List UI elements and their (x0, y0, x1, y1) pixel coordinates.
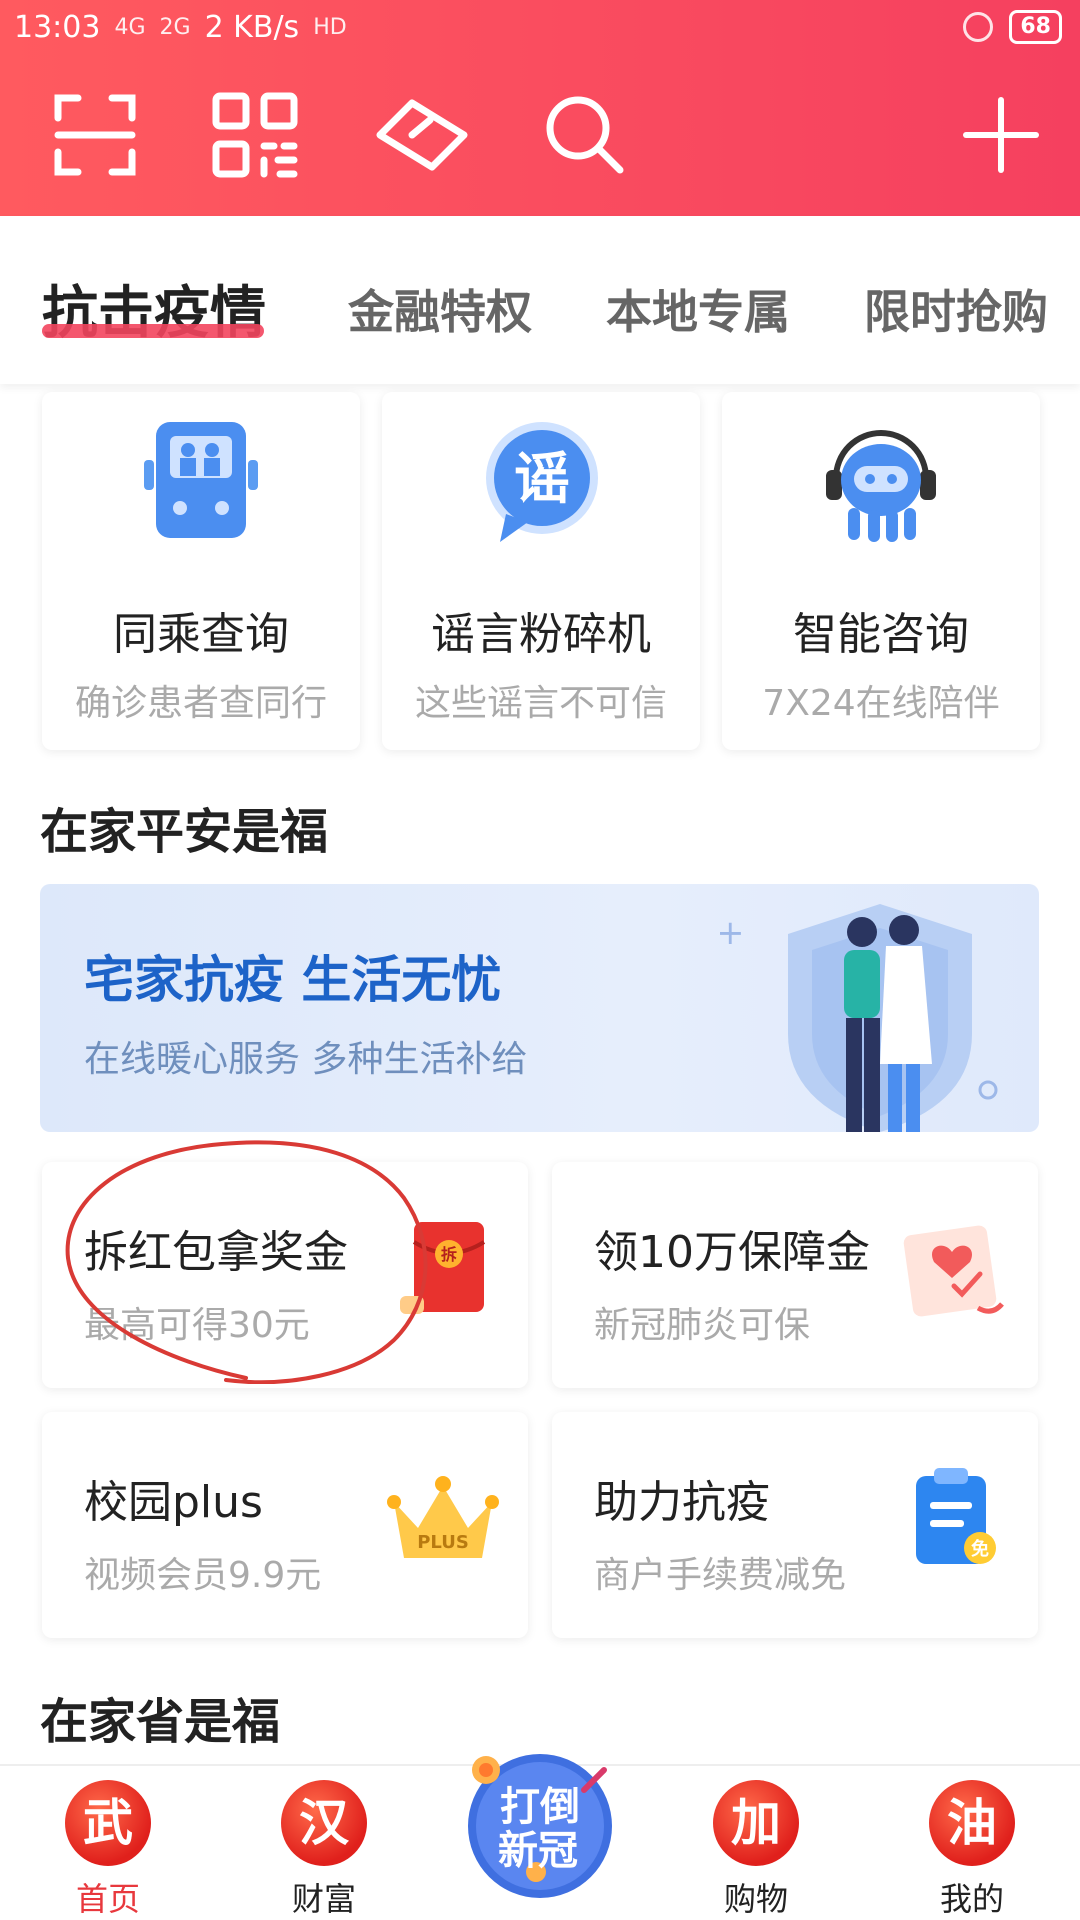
nav-mine[interactable]: 油 我的 (912, 1780, 1032, 1918)
promo-subtitle: 新冠肺炎可保 (594, 1305, 811, 1346)
rotation-lock-icon (963, 12, 994, 42)
network-speed: 2 KB/s (204, 10, 300, 45)
rumor-icon-text: 谣 (514, 447, 570, 512)
service-title: 智能咨询 (793, 609, 969, 660)
qr-code-icon[interactable] (210, 90, 300, 180)
service-subtitle: 确诊患者查同行 (74, 683, 327, 724)
status-time: 13:03 (14, 10, 101, 45)
crown-icon-text: PLUS (417, 1532, 469, 1553)
signal-2g-indicator: 2G (159, 15, 191, 40)
nav-badge: 汉 (281, 1780, 367, 1866)
nav-label: 购物 (723, 1880, 788, 1918)
service-subtitle: 这些谣言不可信 (414, 683, 667, 724)
bottom-navigation: 武 首页 汉 财富 打倒 新冠 加 购物 油 我的 (0, 1754, 1080, 1920)
service-title: 同乘查询 (113, 609, 289, 660)
promo-title: 助力抗疫 (594, 1477, 770, 1528)
section-title-save-home: 在家省是福 (40, 1694, 281, 1750)
service-subtitle: 7X24在线陪伴 (762, 683, 1000, 724)
promo-subtitle: 商户手续费减免 (594, 1555, 847, 1596)
center-button-line2: 新冠 (498, 1828, 578, 1874)
nav-wealth[interactable]: 汉 财富 (264, 1780, 384, 1918)
promo-title: 领10万保障金 (594, 1227, 870, 1278)
scan-icon[interactable] (50, 90, 140, 180)
nav-label: 首页 (75, 1880, 140, 1918)
card-icon[interactable] (372, 90, 472, 180)
category-tabs: 抗击疫情 金融特权 本地专属 限时抢购 (0, 216, 1080, 384)
service-card-smart-consult[interactable]: 智能咨询 7X24在线陪伴 (722, 392, 1040, 750)
envelope-icon-text: 拆 (441, 1245, 457, 1264)
tab-local-exclusive[interactable]: 本地专属 (606, 276, 790, 342)
nav-badge: 加 (713, 1780, 799, 1866)
status-bar: 13:03 4G 2G 2 KB/s HD 68 (0, 0, 1080, 56)
promo-red-envelope[interactable]: 拆红包拿奖金 最高可得30元 拆 (42, 1162, 528, 1388)
stay-home-banner[interactable]: 宅家抗疫 生活无忧 在线暖心服务 多种生活补给 + (40, 884, 1039, 1132)
banner-subtitle: 在线暖心服务 多种生活补给 (84, 1039, 528, 1080)
bus-icon (136, 418, 266, 548)
promo-fight-epidemic-merchant[interactable]: 助力抗疫 商户手续费减免 免 (552, 1412, 1038, 1638)
service-card-rumor-crusher[interactable]: 谣 谣言粉碎机 这些谣言不可信 (382, 392, 700, 750)
promo-campus-plus[interactable]: 校园plus 视频会员9.9元 PLUS (42, 1412, 528, 1638)
rumor-icon: 谣 (476, 418, 606, 548)
service-card-ride-query[interactable]: 同乘查询 确诊患者查同行 (42, 392, 360, 750)
service-title: 谣言粉碎机 (431, 609, 651, 660)
nav-shopping[interactable]: 加 购物 (696, 1780, 816, 1918)
doctor-patient-illustration: + (716, 884, 1039, 1132)
search-icon[interactable] (540, 90, 630, 180)
robot-icon (816, 418, 946, 548)
promo-insurance[interactable]: 领10万保障金 新冠肺炎可保 (552, 1162, 1038, 1388)
red-envelope-icon: 拆 (384, 1212, 502, 1330)
toolbar (0, 80, 1080, 190)
promo-subtitle: 视频会员9.9元 (84, 1555, 322, 1596)
promo-subtitle: 最高可得30元 (84, 1305, 310, 1346)
battery-indicator: 68 (1009, 10, 1062, 44)
nav-badge: 武 (65, 1780, 151, 1866)
nav-badge: 油 (929, 1780, 1015, 1866)
banner-title: 宅家抗疫 生活无忧 (84, 951, 502, 1009)
center-button-line1: 打倒 (500, 1784, 580, 1830)
clipboard-icon: 免 (894, 1462, 1012, 1580)
fight-covid-center-button[interactable]: 打倒 新冠 (458, 1742, 622, 1902)
section-title-safe-home: 在家平安是福 (40, 804, 329, 860)
tab-finance-privilege[interactable]: 金融特权 (348, 276, 532, 342)
svg-text:+: + (720, 913, 745, 953)
promo-title: 校园plus (84, 1477, 263, 1528)
signal-4g-indicator: 4G (114, 15, 146, 40)
certificate-icon (894, 1212, 1012, 1330)
nav-home[interactable]: 武 首页 (48, 1780, 168, 1918)
nav-label: 财富 (291, 1880, 356, 1918)
tab-flash-sale[interactable]: 限时抢购 (864, 276, 1048, 342)
crown-icon: PLUS (384, 1462, 502, 1580)
promo-title: 拆红包拿奖金 (84, 1227, 348, 1278)
app-header: 13:03 4G 2G 2 KB/s HD 68 (0, 0, 1080, 216)
plus-icon[interactable] (956, 90, 1046, 180)
clipboard-icon-text: 免 (971, 1538, 989, 1560)
hd-indicator: HD (313, 15, 347, 40)
nav-label: 我的 (939, 1880, 1004, 1918)
active-tab-indicator (42, 324, 264, 338)
